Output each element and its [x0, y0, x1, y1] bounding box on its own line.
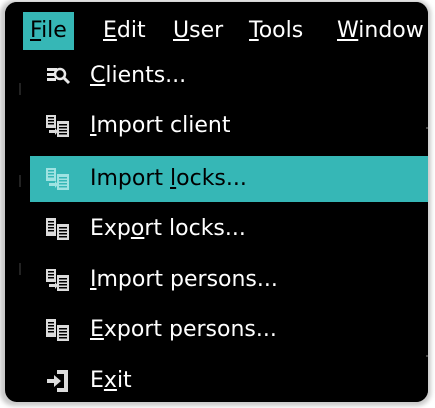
- menu-item-label: Export persons...: [90, 317, 277, 342]
- menu-item-label: Clients...: [90, 63, 187, 88]
- import-icon: [44, 112, 72, 140]
- file-dropdown-menu: Clients... Import client Import locks...…: [16, 53, 428, 402]
- menu-item-label: Import persons...: [90, 267, 278, 292]
- menu-window[interactable]: Window: [337, 12, 424, 50]
- left-divider: [19, 53, 21, 402]
- exit-icon: [44, 367, 72, 395]
- menu-item-export-persons[interactable]: Export persons...: [30, 307, 428, 353]
- menu-item-exit[interactable]: Exit: [30, 358, 428, 402]
- menu-item-export-locks[interactable]: Export locks...: [30, 206, 428, 252]
- menu-item-label: Import locks...: [90, 166, 247, 191]
- export-icon: [44, 316, 72, 344]
- export-icon: [44, 215, 72, 243]
- import-icon: [44, 165, 72, 193]
- menu-edit[interactable]: Edit: [103, 12, 146, 50]
- menu-item-label: Import client: [90, 113, 231, 138]
- clients-search-icon: [44, 62, 72, 90]
- menu-tools[interactable]: Tools: [249, 12, 303, 50]
- menu-file[interactable]: File: [23, 12, 74, 50]
- menu-bar: File Edit User Tools Window: [5, 2, 428, 56]
- right-edge-line: [426, 355, 428, 357]
- menu-item-label: Exit: [90, 368, 132, 393]
- menu-item-clients[interactable]: Clients...: [30, 53, 428, 99]
- import-icon: [44, 266, 72, 294]
- menu-item-import-client[interactable]: Import client: [30, 103, 428, 149]
- menu-item-label: Export locks...: [90, 216, 246, 241]
- app-window: File Edit User Tools Window Clients... I…: [5, 2, 428, 402]
- menu-item-import-locks[interactable]: Import locks...: [30, 156, 428, 202]
- menu-user[interactable]: User: [173, 12, 223, 50]
- menu-item-import-persons[interactable]: Import persons...: [30, 257, 428, 303]
